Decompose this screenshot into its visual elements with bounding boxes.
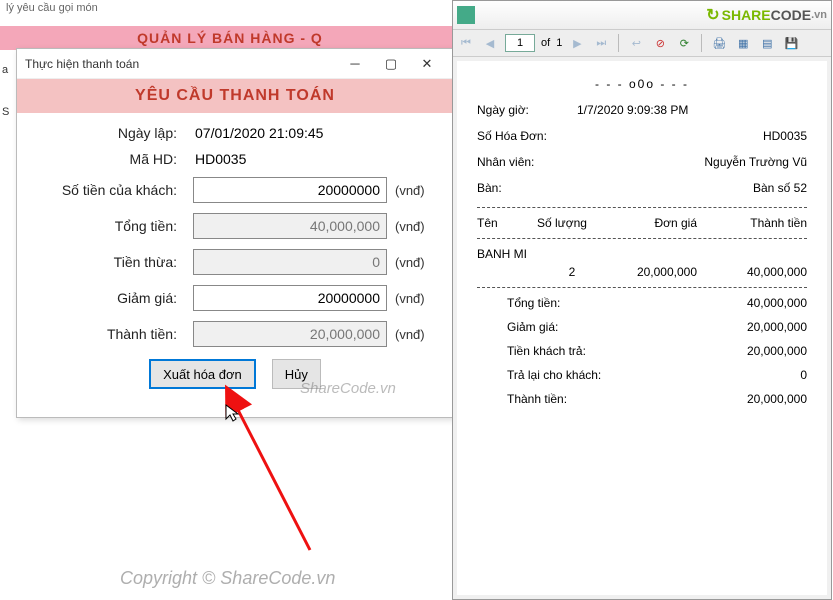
- unit-4: (vnđ): [387, 291, 437, 306]
- r-staff-label: Nhân viên:: [477, 155, 577, 169]
- r-total-label: Tổng tiền:: [477, 296, 637, 310]
- receipt-item-name: BANH MI: [477, 247, 807, 261]
- unit-3: (vnđ): [387, 255, 437, 270]
- r-paid-label: Tiền khách trả:: [477, 344, 637, 358]
- r-table-value: Bàn số 52: [577, 181, 807, 195]
- maximize-button[interactable]: ▢: [373, 51, 409, 77]
- total-label: Tổng tiền:: [33, 218, 193, 234]
- payment-dialog: Thực hiện thanh toán ─ ▢ ✕ YÊU CẦU THANH…: [16, 48, 454, 418]
- r-total-value: 40,000,000: [637, 296, 807, 310]
- page-total: 1: [556, 37, 562, 49]
- back-icon: ↩: [627, 34, 645, 52]
- date-label: Ngày lập:: [33, 125, 193, 141]
- export-icon[interactable]: 💾: [782, 34, 800, 52]
- layout-icon[interactable]: ▦: [734, 34, 752, 52]
- next-page-icon: ▶: [568, 34, 586, 52]
- receipt-ornament: - - - o0o - - -: [477, 77, 807, 91]
- close-button[interactable]: ✕: [409, 51, 445, 77]
- export-invoice-button[interactable]: Xuất hóa đơn: [149, 359, 256, 389]
- unit-5: (vnđ): [387, 327, 437, 342]
- background-left-slice: a S: [0, 50, 14, 132]
- customer-money-label: Số tiền của khách:: [33, 182, 193, 198]
- r-datetime-label: Ngày giờ:: [477, 103, 577, 117]
- total-input: [193, 213, 387, 239]
- app-icon: [457, 6, 475, 24]
- change-label: Tiền thừa:: [33, 254, 193, 270]
- dialog-titlebar[interactable]: Thực hiện thanh toán ─ ▢ ✕: [17, 49, 453, 79]
- r-discount-label: Giảm giá:: [477, 320, 637, 334]
- brand-logo: ↻ SHARECODE.vn: [706, 5, 827, 25]
- code-value: HD0035: [193, 151, 387, 167]
- prev-page-icon: ◀: [481, 34, 499, 52]
- discount-label: Giảm giá:: [33, 290, 193, 306]
- print-icon[interactable]: 🖨: [710, 34, 728, 52]
- r-invoice-label: Số Hóa Đơn:: [477, 129, 577, 143]
- watermark-big: Copyright © ShareCode.vn: [120, 568, 335, 589]
- r-paid-value: 20,000,000: [637, 344, 807, 358]
- page-setup-icon[interactable]: ▤: [758, 34, 776, 52]
- page-number-input[interactable]: [505, 34, 535, 52]
- receipt-titlebar[interactable]: ↻ SHARECODE.vn: [453, 1, 831, 29]
- r-change-label: Trả lại cho khách:: [477, 368, 637, 382]
- r-datetime-value: 1/7/2020 9:09:38 PM: [577, 103, 807, 117]
- discount-input[interactable]: [193, 285, 387, 311]
- r-final-value: 20,000,000: [637, 392, 807, 406]
- r-discount-value: 20,000,000: [637, 320, 807, 334]
- r-staff-value: Nguyễn Trường Vũ: [577, 155, 807, 169]
- annotation-arrow: [230, 400, 330, 565]
- r-table-label: Bàn:: [477, 181, 577, 195]
- r-change-value: 0: [637, 368, 807, 382]
- r-invoice-value: HD0035: [577, 129, 807, 143]
- of-label: of: [541, 37, 550, 49]
- date-value: 07/01/2020 21:09:45: [193, 125, 387, 141]
- customer-money-input[interactable]: [193, 177, 387, 203]
- stop-icon[interactable]: ⊘: [651, 34, 669, 52]
- change-input: [193, 249, 387, 275]
- dialog-header: YÊU CẦU THANH TOÁN: [17, 79, 453, 113]
- minimize-button[interactable]: ─: [337, 51, 373, 77]
- unit-2: (vnđ): [387, 219, 437, 234]
- code-label: Mã HD:: [33, 151, 193, 167]
- receipt-body: - - - o0o - - - Ngày giờ:1/7/2020 9:09:3…: [457, 61, 827, 595]
- receipt-columns: Tên Số lượng Đơn giá Thành tiền: [477, 216, 807, 230]
- final-input: [193, 321, 387, 347]
- final-label: Thành tiền:: [33, 326, 193, 342]
- first-page-icon: ⏮: [457, 34, 475, 52]
- background-header: QUẢN LÝ BÁN HÀNG - Q: [0, 26, 460, 50]
- receipt-item-line: 2 20,000,000 40,000,000: [477, 265, 807, 279]
- last-page-icon: ⏭: [592, 34, 610, 52]
- refresh-icon[interactable]: ⟳: [675, 34, 693, 52]
- unit-1: (vnđ): [387, 183, 437, 198]
- r-final-label: Thành tiền:: [477, 392, 637, 406]
- receipt-window: ↻ SHARECODE.vn ⏮ ◀ of 1 ▶ ⏭ ↩ ⊘ ⟳ 🖨 ▦ ▤ …: [452, 0, 832, 600]
- report-toolbar: ⏮ ◀ of 1 ▶ ⏭ ↩ ⊘ ⟳ 🖨 ▦ ▤ 💾: [453, 29, 831, 57]
- cancel-button[interactable]: Hủy: [272, 359, 321, 389]
- dialog-title: Thực hiện thanh toán: [25, 57, 337, 71]
